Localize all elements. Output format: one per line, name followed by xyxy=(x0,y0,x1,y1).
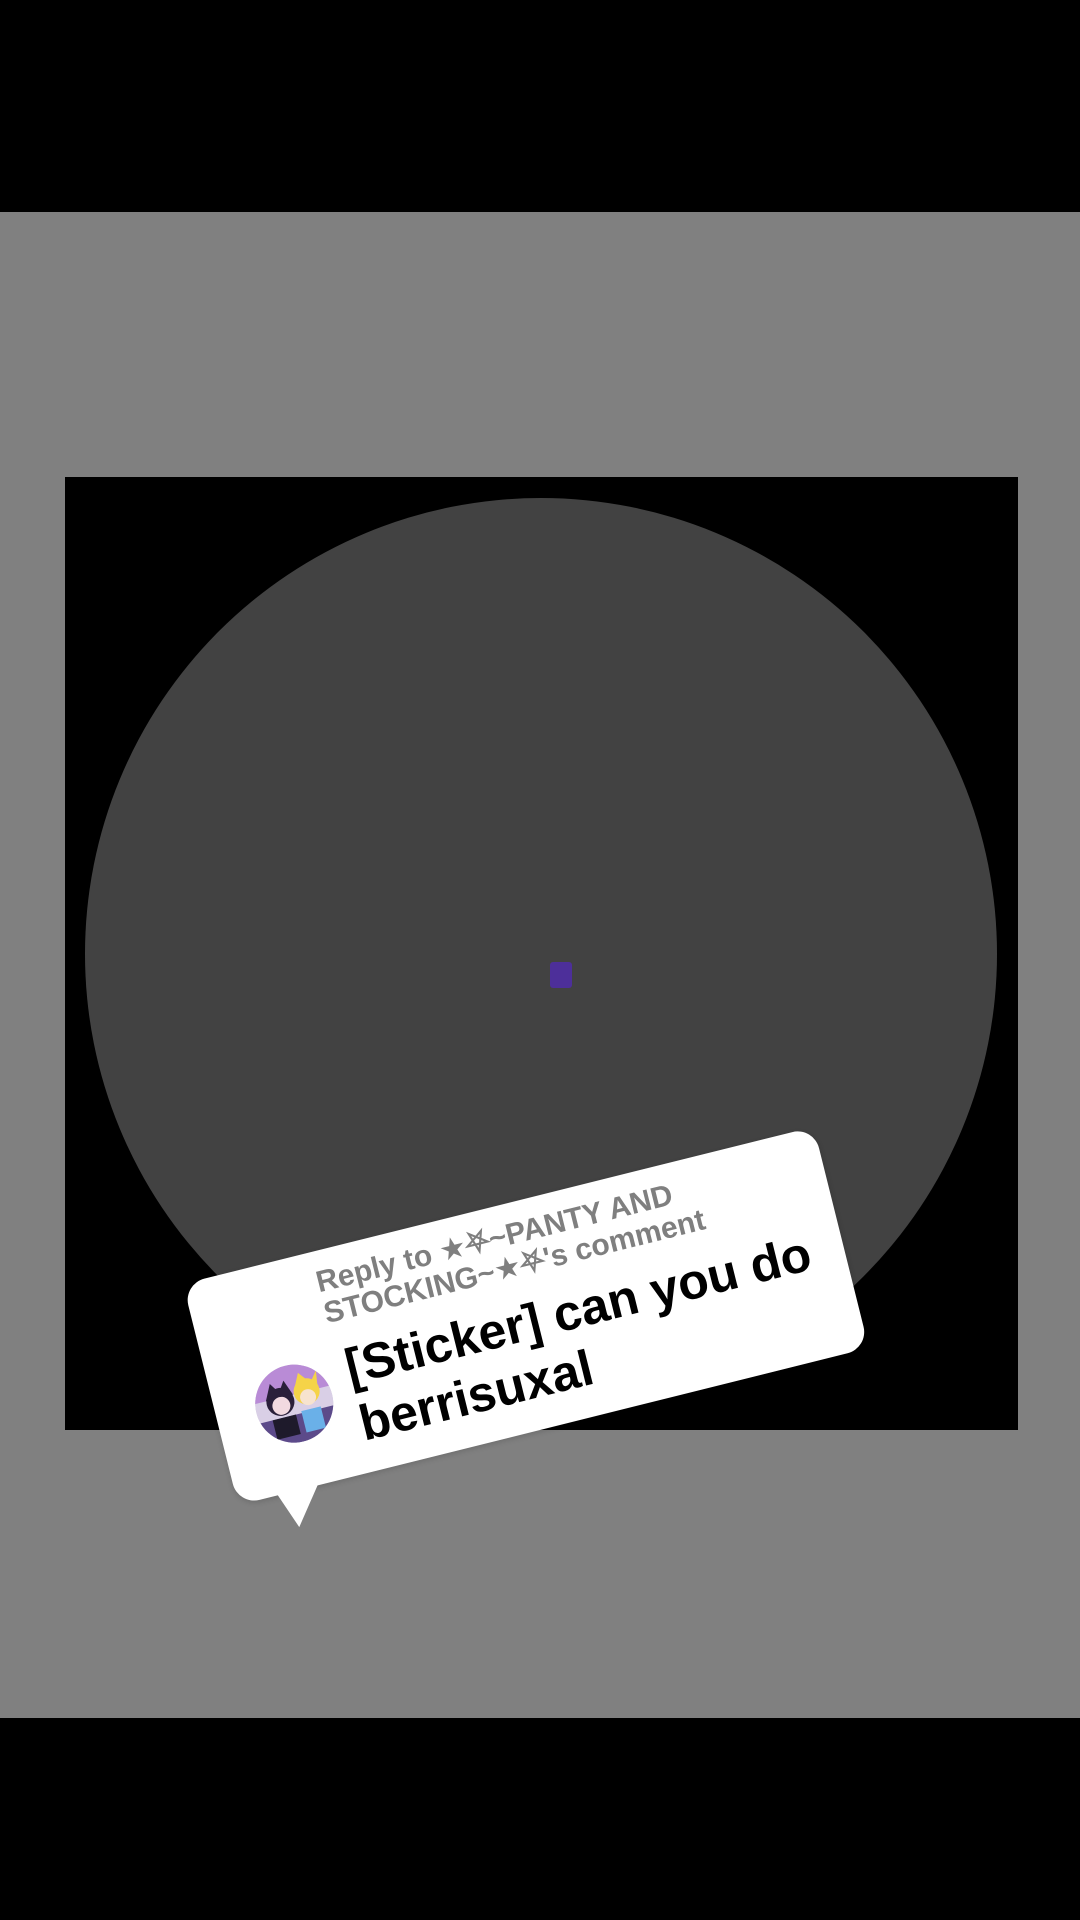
video-canvas: Reply to ★⛧~PANTY AND STOCKING~★⛧'s comm… xyxy=(0,0,1080,1920)
center-dot xyxy=(550,962,572,988)
